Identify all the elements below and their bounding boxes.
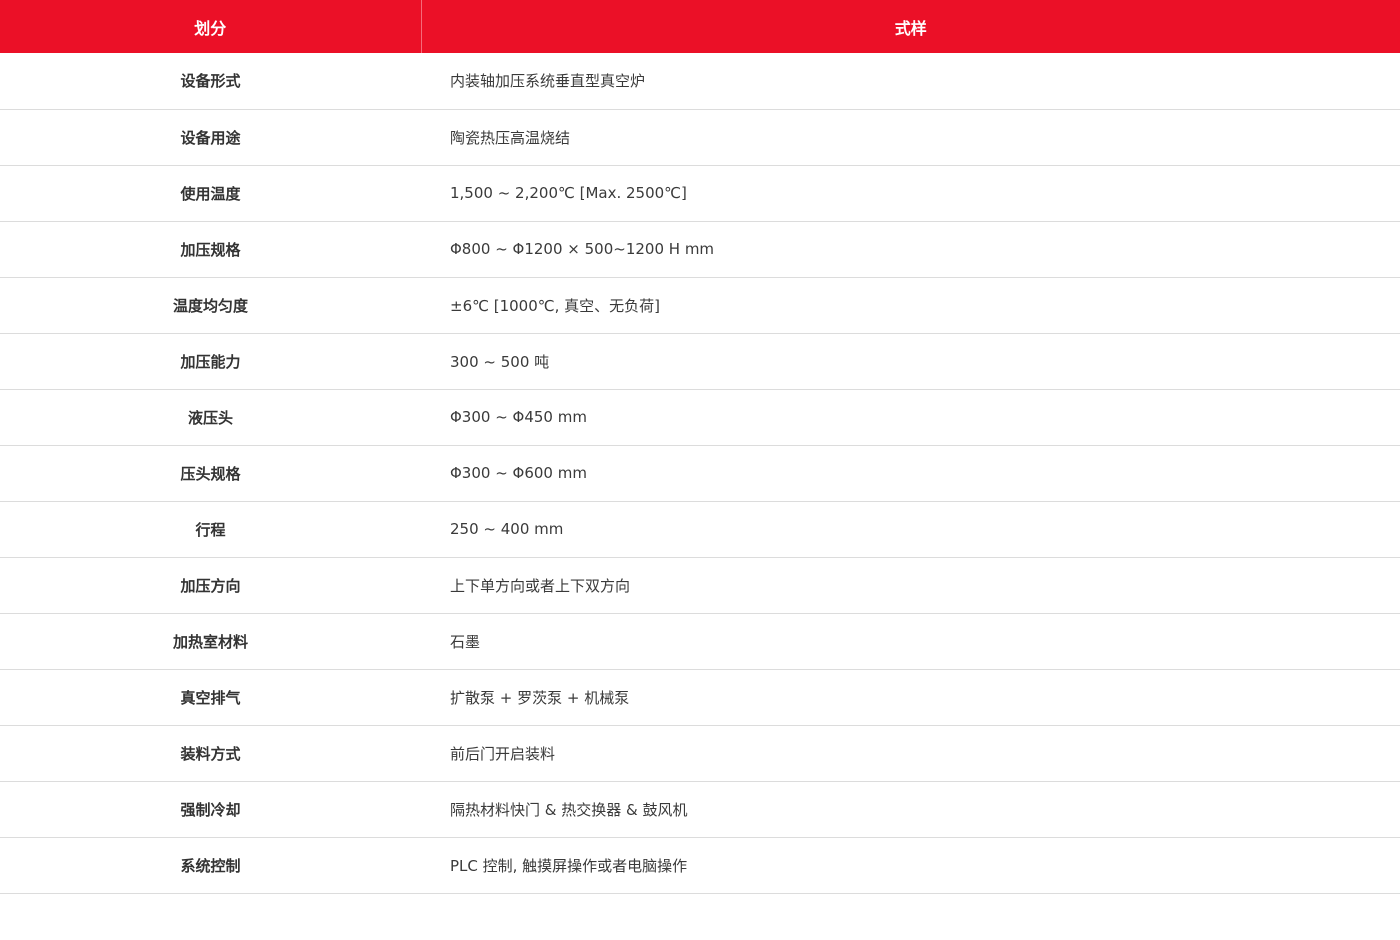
table-body: 设备形式 内装轴加压系统垂直型真空炉 设备用途 陶瓷热压高温烧结 使用温度 1,…: [0, 53, 1400, 894]
table-row: 强制冷却 隔热材料快门 & 热交换器 & 鼓风机: [0, 781, 1400, 838]
row-value: 250 ~ 400 mm: [421, 501, 1400, 558]
table-row: 温度均匀度 ±6℃ [1000℃, 真空、无负荷]: [0, 277, 1400, 334]
header-category: 划分: [0, 0, 422, 53]
row-label: 使用温度: [0, 165, 421, 222]
row-label: 压头规格: [0, 445, 421, 502]
row-value: 石墨: [421, 613, 1400, 670]
table-row: 设备用途 陶瓷热压高温烧结: [0, 109, 1400, 166]
row-value: 内装轴加压系统垂直型真空炉: [421, 53, 1400, 110]
row-label: 加压方向: [0, 557, 421, 614]
row-label: 强制冷却: [0, 781, 421, 838]
table-row: 设备形式 内装轴加压系统垂直型真空炉: [0, 53, 1400, 110]
row-label: 行程: [0, 501, 421, 558]
spec-table: 划分 式样 设备形式 内装轴加压系统垂直型真空炉 设备用途 陶瓷热压高温烧结 使…: [0, 0, 1400, 894]
row-value: Φ800 ~ Φ1200 × 500~1200 H mm: [421, 221, 1400, 278]
header-row: 划分 式样: [0, 0, 1400, 53]
row-value: PLC 控制, 触摸屏操作或者电脑操作: [421, 837, 1400, 894]
row-label: 设备形式: [0, 53, 421, 110]
row-value: 前后门开启装料: [421, 725, 1400, 782]
row-label: 液压头: [0, 389, 421, 446]
table-row: 加压能力 300 ~ 500 吨: [0, 333, 1400, 390]
row-value: Φ300 ~ Φ450 mm: [421, 389, 1400, 446]
table-row: 使用温度 1,500 ~ 2,200℃ [Max. 2500℃]: [0, 165, 1400, 222]
table-row: 系统控制 PLC 控制, 触摸屏操作或者电脑操作: [0, 837, 1400, 894]
row-label: 加热室材料: [0, 613, 421, 670]
row-value: 扩散泵 + 罗茨泵 + 机械泵: [421, 669, 1400, 726]
row-value: 上下单方向或者上下双方向: [421, 557, 1400, 614]
row-label: 装料方式: [0, 725, 421, 782]
row-value: 1,500 ~ 2,200℃ [Max. 2500℃]: [421, 165, 1400, 222]
row-label: 温度均匀度: [0, 277, 421, 334]
row-label: 真空排气: [0, 669, 421, 726]
table-header: 划分 式样: [0, 0, 1400, 53]
table-row: 加压方向 上下单方向或者上下双方向: [0, 557, 1400, 614]
row-value: Φ300 ~ Φ600 mm: [421, 445, 1400, 502]
table-row: 装料方式 前后门开启装料: [0, 725, 1400, 782]
row-label: 设备用途: [0, 109, 421, 166]
table-row: 液压头 Φ300 ~ Φ450 mm: [0, 389, 1400, 446]
row-value: 300 ~ 500 吨: [421, 333, 1400, 390]
row-value: 陶瓷热压高温烧结: [421, 109, 1400, 166]
table-row: 压头规格 Φ300 ~ Φ600 mm: [0, 445, 1400, 502]
row-value: ±6℃ [1000℃, 真空、无负荷]: [421, 277, 1400, 334]
table-row: 加压规格 Φ800 ~ Φ1200 × 500~1200 H mm: [0, 221, 1400, 278]
row-label: 加压规格: [0, 221, 421, 278]
row-label: 系统控制: [0, 837, 421, 894]
row-label: 加压能力: [0, 333, 421, 390]
table-row: 行程 250 ~ 400 mm: [0, 501, 1400, 558]
header-specification: 式样: [894, 18, 927, 38]
table-row: 真空排气 扩散泵 + 罗茨泵 + 机械泵: [0, 669, 1400, 726]
table-row: 加热室材料 石墨: [0, 613, 1400, 670]
row-value: 隔热材料快门 & 热交换器 & 鼓风机: [421, 781, 1400, 838]
